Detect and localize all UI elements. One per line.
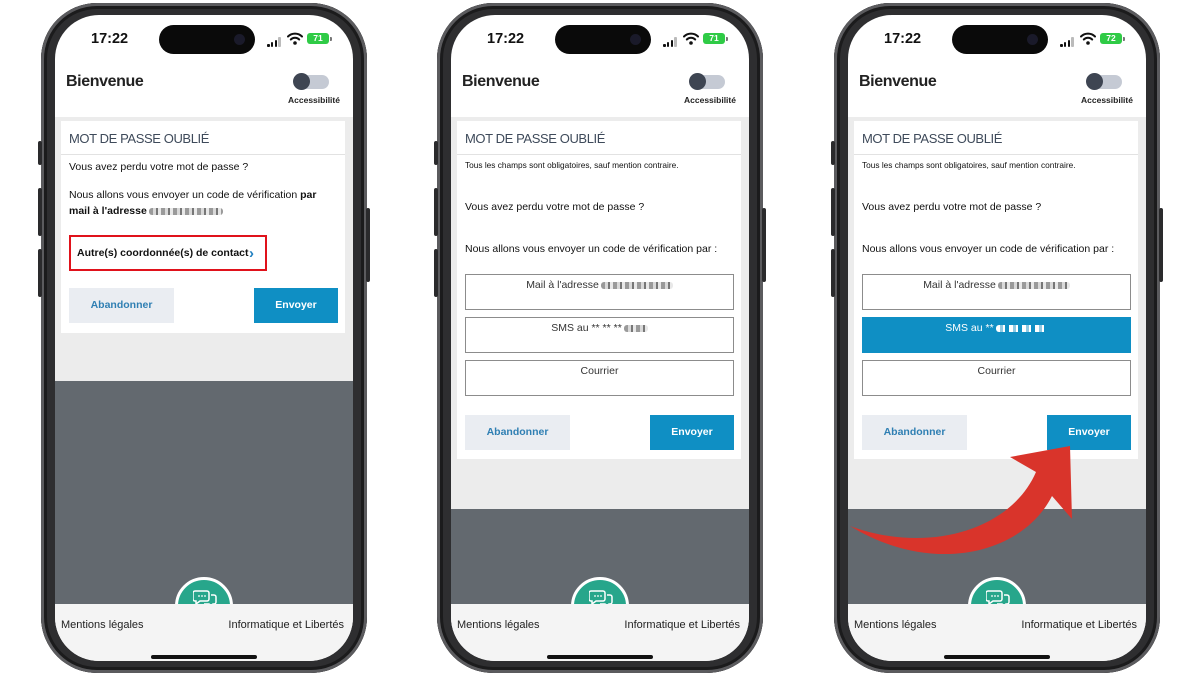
red-arrow-annotation xyxy=(850,446,1072,555)
